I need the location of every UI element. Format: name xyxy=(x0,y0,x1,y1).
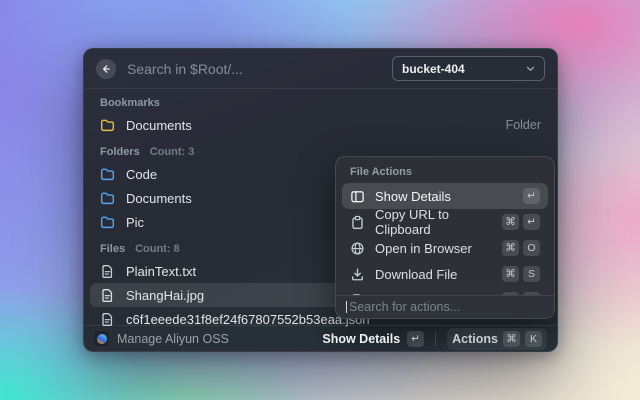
key-badge: ⌘ xyxy=(502,266,519,282)
item-label: Documents xyxy=(126,191,192,206)
app-label: Manage Aliyun OSS xyxy=(117,332,229,346)
folder-icon xyxy=(100,118,115,133)
item-label: ShangHai.jpg xyxy=(126,288,204,303)
status-bar: Manage Aliyun OSS Show Details ↵ Actions… xyxy=(84,325,557,351)
search-input[interactable]: Search in $Root/... xyxy=(127,61,392,77)
action-copy-url[interactable]: Copy URL to Clipboard ⌘ ↵ xyxy=(342,209,548,235)
bucket-dropdown-value: bucket-404 xyxy=(402,62,465,76)
actions-search-placeholder: Search for actions... xyxy=(349,300,460,314)
section-title: Folders xyxy=(100,145,140,159)
list-item-bookmark-documents[interactable]: Documents Folder xyxy=(90,113,551,137)
panel-title: File Actions xyxy=(342,161,548,183)
section-count: Count: 3 xyxy=(150,145,195,159)
sidebar-icon xyxy=(350,189,365,204)
folder-icon xyxy=(100,215,115,230)
item-label: PlainText.txt xyxy=(126,264,196,279)
primary-action-button[interactable]: Show Details xyxy=(322,332,400,346)
folder-icon xyxy=(100,191,115,206)
folder-icon xyxy=(100,167,115,182)
chevron-down-icon xyxy=(526,66,535,72)
action-label: Copy URL to Clipboard xyxy=(375,207,492,237)
item-label: Documents xyxy=(126,118,192,133)
back-button[interactable] xyxy=(96,59,116,79)
launcher-window: Search in $Root/... bucket-404 Bookmarks… xyxy=(83,48,558,352)
item-label: Code xyxy=(126,167,157,182)
section-title: Bookmarks xyxy=(100,96,160,110)
section-header-bookmarks: Bookmarks xyxy=(90,91,551,113)
action-label: Download File xyxy=(375,267,457,282)
actions-button-label: Actions xyxy=(452,332,498,346)
action-label: Show Details xyxy=(375,189,451,204)
section-count: Count: 8 xyxy=(135,242,180,256)
text-caret xyxy=(346,301,347,313)
action-download-file[interactable]: Download File ⌘ S xyxy=(342,261,548,287)
key-badge: S xyxy=(523,266,540,282)
key-badge: ↵ xyxy=(407,331,424,347)
file-icon xyxy=(100,288,115,303)
file-actions-panel: File Actions Show Details ↵ Copy URL to … xyxy=(335,156,555,319)
aliyun-oss-icon xyxy=(94,331,109,346)
search-bar: Search in $Root/... bucket-404 xyxy=(84,49,557,89)
download-icon xyxy=(350,267,365,282)
key-badge: O xyxy=(523,240,540,256)
key-badge: ⌘ xyxy=(502,240,519,256)
file-icon xyxy=(100,264,115,279)
key-badge: ⌘ xyxy=(502,214,519,230)
action-show-details[interactable]: Show Details ↵ xyxy=(342,183,548,209)
key-badge: ⌘ xyxy=(503,331,520,347)
item-accessory: Folder xyxy=(506,118,541,132)
key-badge: ↵ xyxy=(523,188,540,204)
globe-icon xyxy=(350,241,365,256)
actions-search-input[interactable]: Search for actions... xyxy=(336,295,554,318)
clipboard-icon xyxy=(350,215,365,230)
bucket-dropdown[interactable]: bucket-404 xyxy=(392,56,545,81)
section-title: Files xyxy=(100,242,125,256)
item-label: Pic xyxy=(126,215,144,230)
statusbar-divider xyxy=(435,332,436,346)
key-badge: K xyxy=(525,331,542,347)
actions-menu-button[interactable]: Actions ⌘ K xyxy=(447,328,547,350)
action-label: Open in Browser xyxy=(375,241,472,256)
action-open-in-browser[interactable]: Open in Browser ⌘ O xyxy=(342,235,548,261)
key-badge: ↵ xyxy=(523,214,540,230)
arrow-left-icon xyxy=(100,63,112,75)
